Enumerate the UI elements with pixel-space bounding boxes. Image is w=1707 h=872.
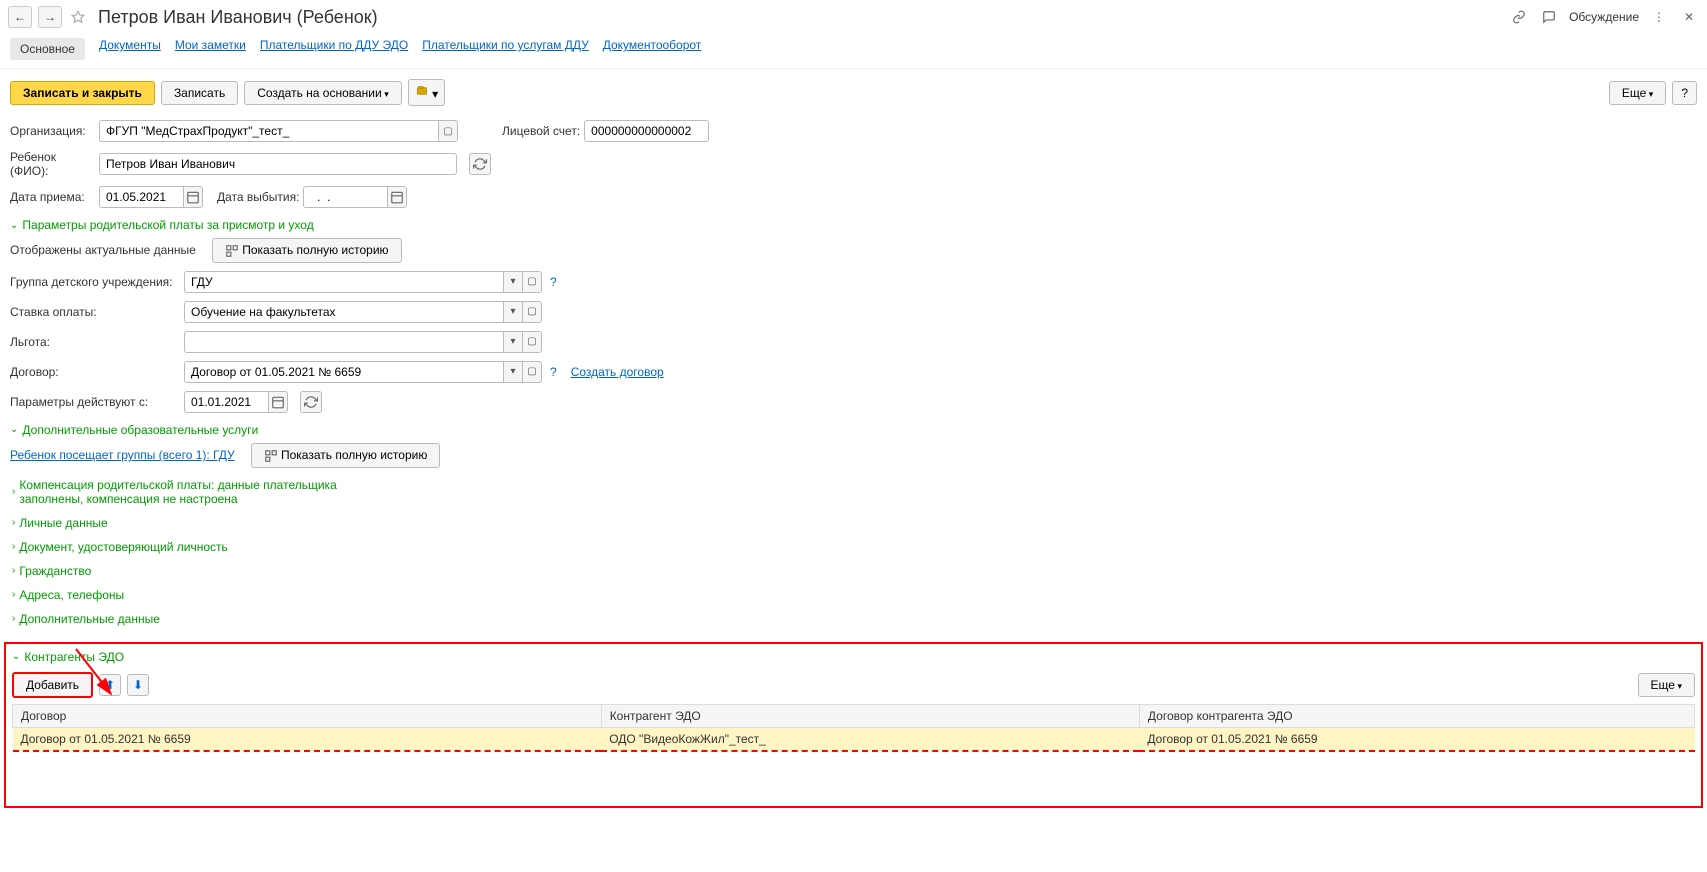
contract-input[interactable] [184, 361, 504, 383]
chevron-down-icon: ⌄ [10, 424, 18, 435]
cell-contract: Договор от 01.05.2021 № 6659 [13, 727, 602, 751]
group-input[interactable] [184, 271, 504, 293]
back-button[interactable]: ← [8, 6, 32, 28]
section-edu-toggle[interactable]: ⌄ Дополнительные образовательные услуги [10, 421, 1697, 439]
section-personal-toggle[interactable]: › Личные данные [12, 514, 1697, 532]
tab-main[interactable]: Основное [10, 38, 85, 60]
cell-cp-contract: Договор от 01.05.2021 № 6659 [1139, 727, 1694, 751]
group-label: Группа детского учреждения: [10, 275, 180, 289]
group-dropdown[interactable]: ▾ [503, 271, 523, 293]
valid-from-picker[interactable] [268, 391, 288, 413]
create-based-button[interactable]: Создать на основании [244, 81, 402, 105]
help-button[interactable]: ? [1672, 81, 1697, 105]
show-history-edu-button[interactable]: Показать полную историю [251, 443, 441, 468]
date-out-picker[interactable] [387, 186, 407, 208]
child-groups-link[interactable]: Ребенок посещает группы (всего 1): ГДУ [10, 448, 235, 462]
discuss-label[interactable]: Обсуждение [1569, 10, 1639, 24]
tab-payers-ddu[interactable]: Плательщики по услугам ДДУ [422, 38, 589, 60]
cell-counterparty: ОДО "ВидеоКожЖил"_тест_ [601, 727, 1139, 751]
contract-label: Договор: [10, 365, 180, 379]
child-refresh-button[interactable] [469, 153, 491, 175]
tab-workflow[interactable]: Документооборот [603, 38, 702, 60]
valid-from-refresh[interactable] [300, 391, 322, 413]
save-button[interactable]: Записать [161, 81, 238, 105]
date-in-input[interactable] [99, 186, 184, 208]
child-label: Ребенок (ФИО): [10, 150, 95, 178]
child-input[interactable] [99, 153, 457, 175]
chevron-right-icon: › [12, 517, 15, 528]
section-addresses-toggle[interactable]: › Адреса, телефоны [12, 586, 1697, 604]
actual-data-label: Отображены актуальные данные [10, 243, 196, 257]
table-more-button[interactable]: Еще [1638, 673, 1695, 697]
show-history-button[interactable]: Показать полную историю [212, 238, 402, 263]
section-identity-toggle[interactable]: › Документ, удостоверяющий личность [12, 538, 1697, 556]
section-citizenship-toggle[interactable]: › Гражданство [12, 562, 1697, 580]
more-icon[interactable]: ⋮ [1649, 7, 1669, 27]
org-open-button[interactable]: ▢ [438, 120, 458, 142]
link-icon[interactable] [1509, 7, 1529, 27]
page-title: Петров Иван Иванович (Ребенок) [98, 7, 378, 28]
save-close-button[interactable]: Записать и закрыть [10, 81, 155, 105]
col-counterparty[interactable]: Контрагент ЭДО [601, 704, 1139, 727]
chevron-right-icon: › [12, 486, 15, 497]
col-contract[interactable]: Договор [13, 704, 602, 727]
group-open[interactable]: ▢ [522, 271, 542, 293]
chevron-right-icon: › [12, 613, 15, 624]
date-in-picker[interactable] [183, 186, 203, 208]
favorite-icon[interactable] [68, 7, 88, 27]
date-in-label: Дата приема: [10, 190, 95, 204]
org-input[interactable] [99, 120, 439, 142]
rate-dropdown[interactable]: ▾ [503, 301, 523, 323]
table-blank-area [12, 752, 1695, 802]
section-additional-toggle[interactable]: › Дополнительные данные [12, 610, 1697, 628]
chevron-right-icon: › [12, 541, 15, 552]
edo-table: Договор Контрагент ЭДО Договор контраген… [12, 704, 1695, 752]
chevron-down-icon: ⌄ [12, 651, 20, 662]
rate-label: Ставка оплаты: [10, 305, 180, 319]
forward-button[interactable]: → [38, 6, 62, 28]
benefit-dropdown[interactable]: ▾ [503, 331, 523, 353]
group-help-icon[interactable]: ? [550, 275, 557, 289]
benefit-input[interactable] [184, 331, 504, 353]
move-down-button[interactable]: ⬇ [127, 674, 149, 696]
rate-open[interactable]: ▢ [522, 301, 542, 323]
chevron-right-icon: › [12, 589, 15, 600]
table-row[interactable]: Договор от 01.05.2021 № 6659 ОДО "ВидеоК… [13, 727, 1695, 751]
valid-from-input[interactable] [184, 391, 269, 413]
rate-input[interactable] [184, 301, 504, 323]
chevron-down-icon: ⌄ [10, 220, 18, 231]
section-compensation-toggle[interactable]: › Компенсация родительской платы: данные… [12, 476, 1697, 508]
valid-from-label: Параметры действуют с: [10, 395, 180, 409]
benefit-label: Льгота: [10, 335, 180, 349]
section-params-toggle[interactable]: ⌄ Параметры родительской платы за присмо… [10, 216, 1697, 234]
create-contract-link[interactable]: Создать договор [571, 365, 664, 379]
contract-dropdown[interactable]: ▾ [503, 361, 523, 383]
contract-open[interactable]: ▢ [522, 361, 542, 383]
account-label: Лицевой счет: [502, 124, 580, 138]
chevron-right-icon: › [12, 565, 15, 576]
more-button[interactable]: Еще [1609, 81, 1666, 105]
org-label: Организация: [10, 124, 95, 138]
tab-notes[interactable]: Мои заметки [175, 38, 246, 60]
tab-payers-edo[interactable]: Плательщики по ДДУ ЭДО [260, 38, 408, 60]
chat-icon[interactable] [1539, 7, 1559, 27]
benefit-open[interactable]: ▢ [522, 331, 542, 353]
section-edo-toggle[interactable]: ⌄ Контрагенты ЭДО [12, 648, 1695, 666]
date-out-label: Дата выбытия: [217, 190, 299, 204]
annotation-arrow-icon [66, 644, 126, 704]
tab-docs[interactable]: Документы [99, 38, 161, 60]
contract-help-icon[interactable]: ? [550, 365, 557, 379]
account-input[interactable] [584, 120, 709, 142]
close-icon[interactable]: ✕ [1679, 7, 1699, 27]
col-cp-contract[interactable]: Договор контрагента ЭДО [1139, 704, 1694, 727]
attach-button[interactable]: ▾ [408, 79, 445, 106]
date-out-input[interactable] [303, 186, 388, 208]
